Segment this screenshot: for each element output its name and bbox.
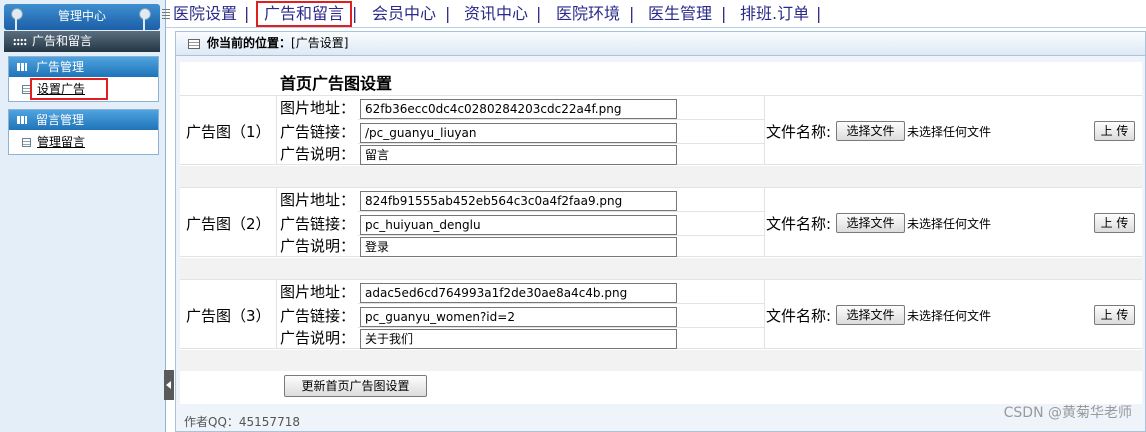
sidebar-panel-messages: 留言管理 管理留言 [8,109,159,155]
divider [358,235,764,236]
nav-separator: | [721,4,727,23]
divider [764,280,765,348]
nav-item-news[interactable]: 资讯中心 [464,0,528,28]
sidebar-panel-header-messages[interactable]: 留言管理 [9,110,158,130]
main-panel: 你当前的位置：[广告设置] 首页广告图设置 广告图（1） 图片地址： 62fb3… [175,31,1146,432]
ad-title: 广告图（3） [186,307,271,325]
panel-icon [17,116,27,124]
nav-separator: | [816,4,822,23]
image-url-input[interactable]: 824fb91555ab452eb564c3c0a4f2faa9.png [360,191,677,211]
nav-separator: | [352,4,358,23]
grid-icon [13,38,27,46]
document-icon [22,138,31,147]
ad-settings-form: 首页广告图设置 广告图（1） 图片地址： 62fb36ecc0dc4c02802… [180,62,1142,404]
nav-item-hospital-settings[interactable]: 医院设置 [173,0,237,28]
author-footer: 作者QQ：45157718 [184,415,300,429]
ad-title: 广告图（1） [186,123,271,141]
sidebar-item-label[interactable]: 管理留言 [37,135,85,149]
ad-desc-input[interactable]: 关于我们 [360,329,677,349]
divider [358,119,764,120]
upload-button[interactable]: 上 传 [1094,213,1135,233]
image-label: 图片地址： [280,283,356,301]
ad-block-1: 广告图（1） 图片地址： 62fb36ecc0dc4c0280284203cdc… [180,95,1142,165]
ad-block-3: 广告图（3） 图片地址： adac5ed6cd764993a1f2de30ae8… [180,279,1142,349]
collapse-sidebar-handle[interactable] [164,370,174,400]
image-label: 图片地址： [280,191,356,209]
hanger-left-icon [10,8,23,30]
upload-button[interactable]: 上 传 [1094,121,1135,141]
link-label: 广告链接： [280,215,356,233]
desc-label: 广告说明： [280,145,356,163]
nav-separator: | [536,4,542,23]
divider [276,280,277,348]
file-status: 未选择任何文件 [907,309,992,323]
image-label: 图片地址： [280,99,356,117]
divider [276,96,277,164]
ad-title: 广告图（2） [186,215,271,233]
divider [276,188,277,256]
link-label: 广告链接： [280,123,356,141]
file-name-label: 文件名称: [766,307,832,325]
form-heading: 首页广告图设置 [280,74,393,93]
nav-separator: | [244,4,250,23]
admin-page: 管理中心 广告和留言 广告管理 设置广告 留言管理 管理留言 医院设置 | 广告… [0,0,1146,432]
sidebar-section-label: 广告和留言 [32,34,93,48]
ad-link-input[interactable]: /pc_guanyu_liuyan [360,123,677,143]
desc-label: 广告说明： [280,329,356,347]
desc-label: 广告说明： [280,237,356,255]
watermark: CSDN @黄菊华老师 [1003,405,1132,421]
ad-desc-input[interactable]: 登录 [360,237,677,257]
ad-link-input[interactable]: pc_huiyuan_denglu [360,215,677,235]
divider [764,96,765,164]
file-status: 未选择任何文件 [907,217,992,231]
sidebar-panel-header-label: 广告管理 [36,60,85,74]
divider [358,143,764,144]
nav-separator: | [445,4,451,23]
nav-separator: | [629,4,635,23]
panel-icon [17,63,27,71]
file-name-label: 文件名称: [766,123,832,141]
nav-item-doctors[interactable]: 医生管理 [648,0,712,28]
sidebar-panel-header-ads[interactable]: 广告管理 [9,57,158,77]
grip-icon [162,9,170,19]
sidebar-section-header[interactable]: 广告和留言 [4,31,160,52]
divider [764,188,765,256]
divider [358,327,764,328]
file-status: 未选择任何文件 [907,125,992,139]
sidebar-panel-header-label: 留言管理 [36,113,85,127]
sidebar-item-manage-messages[interactable]: 管理留言 [9,130,158,154]
choose-file-button[interactable]: 选择文件 [836,213,905,233]
divider [358,211,764,212]
choose-file-button[interactable]: 选择文件 [836,121,905,141]
link-label: 广告链接： [280,307,356,325]
section-gap [180,258,1142,279]
nav-item-schedule-orders[interactable]: 排班.订单 [740,0,809,28]
ad-block-2: 广告图（2） 图片地址： 824fb91555ab452eb564c3c0a4f… [180,187,1142,257]
ad-link-input[interactable]: pc_guanyu_women?id=2 [360,307,677,327]
location-value: [广告设置] [291,36,349,50]
highlight-box-sidebar [30,78,108,100]
sidebar-title-label: 管理中心 [57,9,106,23]
nav-item-members[interactable]: 会员中心 [372,0,436,28]
nav-item-environment[interactable]: 医院环境 [556,0,620,28]
hanger-right-icon [138,8,151,30]
sidebar: 管理中心 广告和留言 广告管理 设置广告 留言管理 管理留言 [0,0,166,432]
choose-file-button[interactable]: 选择文件 [836,305,905,325]
file-name-label: 文件名称: [766,215,832,233]
image-url-input[interactable]: 62fb36ecc0dc4c0280284203cdc22a4f.png [360,99,677,119]
document-icon [188,39,200,49]
sidebar-title: 管理中心 [4,4,160,30]
ad-desc-input[interactable]: 留言 [360,145,677,165]
location-label: 你当前的位置： [207,36,292,50]
section-gap [180,350,1142,371]
update-ads-button[interactable]: 更新首页广告图设置 [284,375,427,397]
divider [358,303,764,304]
section-gap [180,166,1142,187]
upload-button[interactable]: 上 传 [1094,305,1135,325]
highlight-box-nav [256,1,352,27]
location-bar: 你当前的位置：[广告设置] [176,32,1145,56]
image-url-input[interactable]: adac5ed6cd764993a1f2de30ae8a4c4b.png [360,283,677,303]
top-nav: 医院设置 | 广告和留言 | 会员中心 | 资讯中心 | 医院环境 | 医生管理… [162,0,1146,28]
